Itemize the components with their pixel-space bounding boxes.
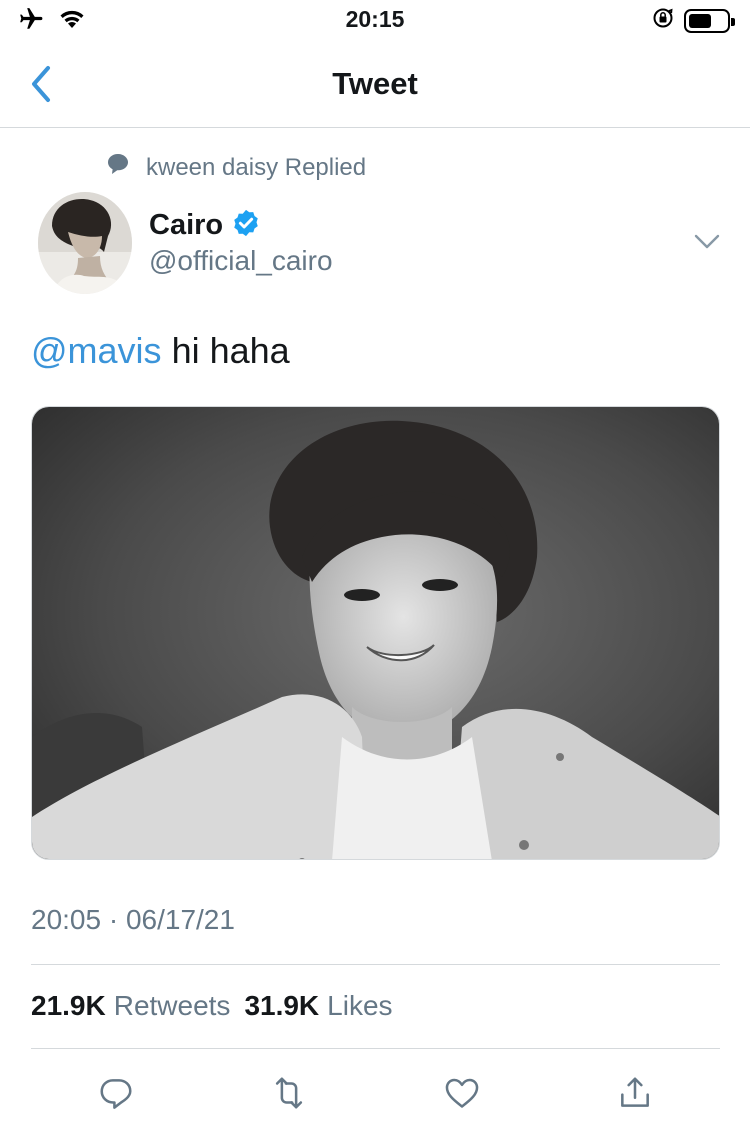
nav-bar: Tweet: [0, 40, 750, 128]
retweets-count: 21.9K: [31, 990, 106, 1021]
tweet-body: hi haha: [161, 330, 290, 371]
author-name[interactable]: Cairo: [149, 208, 261, 243]
speech-bubble-icon: [106, 152, 130, 183]
page-title: Tweet: [332, 66, 418, 101]
verified-badge-icon: [231, 208, 261, 243]
status-bar: 20:15: [0, 0, 750, 40]
divider: [31, 964, 720, 965]
likes-count: 31.9K: [244, 990, 320, 1021]
battery-icon: [684, 8, 735, 33]
retweet-button[interactable]: [266, 1070, 312, 1116]
retweets-label: Retweets: [113, 990, 231, 1021]
likes-stat[interactable]: 31.9K Likes: [244, 990, 392, 1022]
more-options-button[interactable]: [694, 228, 720, 254]
reply-icon: [100, 1079, 132, 1109]
retweet-icon: [275, 1077, 303, 1109]
tweet-photo[interactable]: [31, 406, 720, 860]
reply-context-text: kween daisy Replied: [146, 153, 367, 181]
author-name-text: Cairo: [149, 209, 224, 241]
share-button[interactable]: [612, 1070, 658, 1116]
mention-link[interactable]: @mavis: [31, 330, 162, 371]
tweet-text: @mavis hi haha: [31, 330, 290, 372]
orientation-lock-icon: [652, 7, 674, 34]
author-handle[interactable]: @official_cairo: [149, 245, 333, 277]
status-time: 20:15: [345, 6, 405, 32]
tweet-actions: [0, 1070, 750, 1118]
divider: [31, 1048, 720, 1049]
chevron-down-icon: [694, 234, 720, 249]
status-right: [652, 7, 735, 34]
like-button[interactable]: [439, 1070, 485, 1116]
retweets-stat[interactable]: 21.9K Retweets: [31, 990, 230, 1022]
like-icon: [445, 1078, 479, 1108]
likes-label: Likes: [327, 990, 393, 1021]
tweet-timestamp: 20:05 · 06/17/21: [31, 904, 235, 935]
reply-button[interactable]: [93, 1070, 139, 1116]
share-icon: [621, 1077, 649, 1107]
reply-context[interactable]: kween daisy Replied: [106, 152, 366, 183]
tweet-stats: 21.9K Retweets 31.9K Likes: [31, 990, 393, 1022]
avatar[interactable]: [38, 192, 132, 294]
